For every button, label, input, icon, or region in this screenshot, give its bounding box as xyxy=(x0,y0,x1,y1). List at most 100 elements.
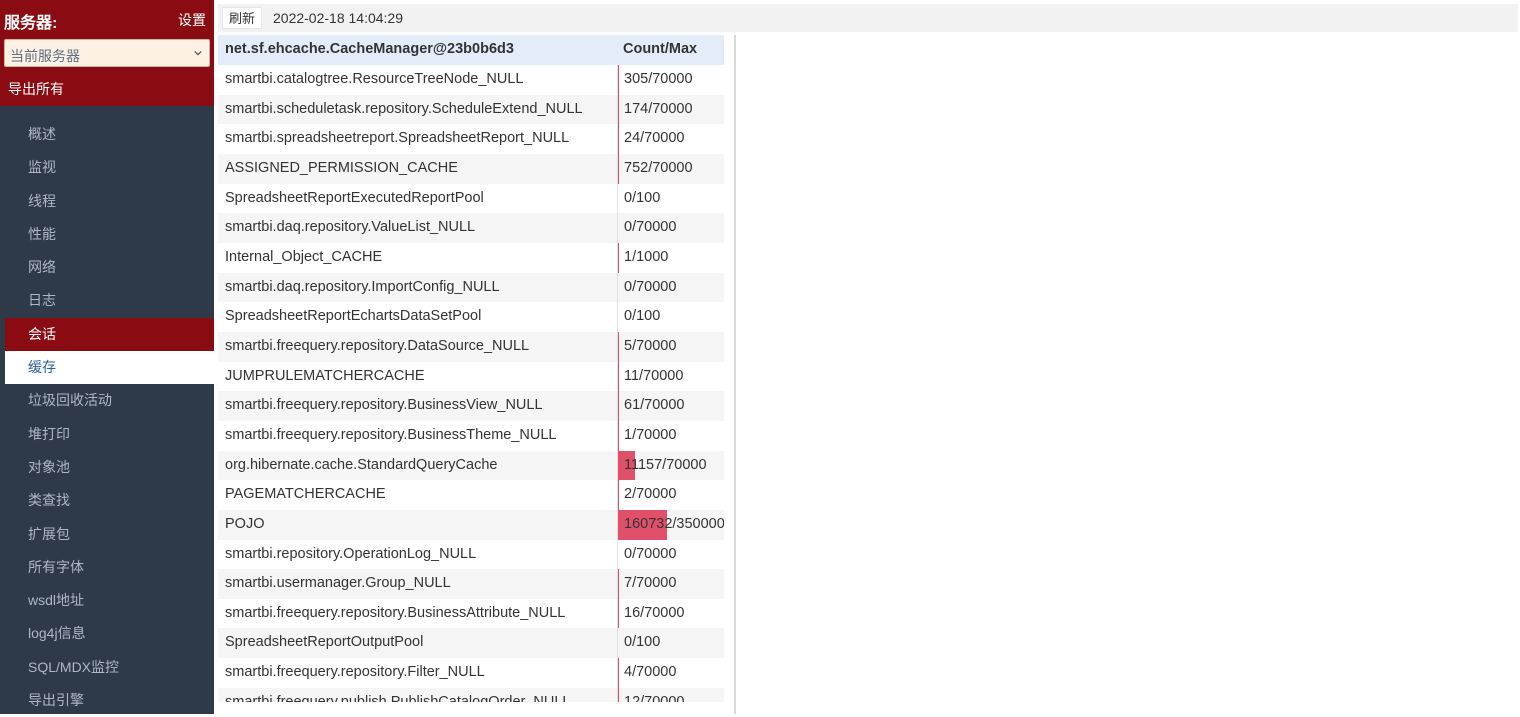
sidebar: 服务器: 设置 当前服务器 导出所有 概述 监视 线程 性能 网络 日志 会话 缓存 垃圾回收活… xyxy=(0,0,214,714)
table-row: smartbi.freequery.repository.BusinessVie… xyxy=(218,391,724,421)
usage-bar xyxy=(618,658,619,688)
sidebar-item[interactable]: 堆打印 xyxy=(0,418,214,451)
sidebar-item[interactable]: 概述 xyxy=(0,118,214,151)
chevron-down-icon xyxy=(194,50,202,56)
cache-count-max: 0/100 xyxy=(617,628,724,659)
cache-count-max: 12/70000 xyxy=(617,687,724,702)
cache-name: SpreadsheetReportOutputPool xyxy=(225,634,424,651)
sidebar-item[interactable]: 网络 xyxy=(0,251,214,284)
cache-count-max: 2/70000 xyxy=(617,480,724,510)
cache-name: SpreadsheetReportEchartsDataSetPool xyxy=(225,308,482,325)
sidebar-item[interactable]: 线程 xyxy=(0,185,214,218)
count-max-text: 0/70000 xyxy=(624,219,677,236)
count-max-text: 24/70000 xyxy=(624,130,685,147)
export-all-link[interactable]: 导出所有 xyxy=(8,79,64,99)
sidebar-header: 服务器: 设置 当前服务器 导出所有 xyxy=(0,0,214,106)
cache-count-max: 0/100 xyxy=(617,302,724,332)
count-max-text: 11157/70000 xyxy=(624,456,707,473)
count-max-text: 16/70000 xyxy=(624,604,685,621)
cache-count-max: 5/70000 xyxy=(617,331,724,362)
server-select-value: 当前服务器 xyxy=(10,48,80,64)
table-body: smartbi.catalogtree.ResourceTreeNode_NUL… xyxy=(218,65,724,702)
cache-count-max: 7/70000 xyxy=(617,569,724,599)
sidebar-item[interactable]: 监视 xyxy=(0,151,214,184)
usage-bar xyxy=(618,153,619,184)
usage-bar xyxy=(618,480,619,510)
sidebar-item[interactable]: 缓存 xyxy=(5,351,214,385)
cache-count-max: 0/100 xyxy=(617,183,724,214)
sidebar-item[interactable]: log4j信息 xyxy=(0,617,214,650)
sidebar-item[interactable]: wsdl地址 xyxy=(0,584,214,617)
sidebar-item[interactable]: 垃圾回收活动 xyxy=(0,384,214,417)
sidebar-item[interactable]: 所有字体 xyxy=(0,551,214,584)
refresh-button[interactable]: 刷新 xyxy=(222,7,263,29)
sidebar-item[interactable]: 日志 xyxy=(0,284,214,317)
count-max-text: 160732/350000 xyxy=(624,515,724,532)
sidebar-item[interactable]: 类查找 xyxy=(0,484,214,517)
cache-name: smartbi.freequery.repository.DataSource_… xyxy=(225,337,530,354)
cache-name: smartbi.freequery.repository.Filter_NULL xyxy=(225,664,485,681)
cache-count-max: 24/70000 xyxy=(617,124,724,154)
settings-link[interactable]: 设置 xyxy=(178,10,206,30)
table-row: SpreadsheetReportOutputPool 0/100 xyxy=(218,628,724,659)
server-title: 服务器: xyxy=(4,15,58,32)
cache-count-max: 16/70000 xyxy=(617,598,724,629)
cache-name: PAGEMATCHERCACHE xyxy=(225,486,386,503)
cache-name: smartbi.repository.OperationLog_NULL xyxy=(225,545,477,562)
count-max-text: 174/70000 xyxy=(624,100,693,117)
cache-name: Internal_Object_CACHE xyxy=(225,248,383,265)
cache-count-max: 0/70000 xyxy=(617,272,724,303)
table-row: smartbi.freequery.repository.BusinessThe… xyxy=(218,420,724,451)
sidebar-nav: 概述 监视 线程 性能 网络 日志 会话 缓存 垃圾回收活动 堆打印 对象池 类查找 扩展包 所有字体 ws… xyxy=(0,118,214,717)
usage-bar xyxy=(618,687,619,702)
count-max-text: 305/70000 xyxy=(624,71,693,87)
cache-name: smartbi.usermanager.Group_NULL xyxy=(225,575,451,592)
usage-bar xyxy=(618,420,619,451)
count-max-text: 12/70000 xyxy=(624,693,685,702)
sidebar-item[interactable]: 扩展包 xyxy=(0,518,214,551)
table-row: PAGEMATCHERCACHE 2/70000 xyxy=(218,480,724,510)
count-max-text: 0/70000 xyxy=(624,278,677,295)
cache-name: SpreadsheetReportExecutedReportPool xyxy=(225,189,484,206)
cache-name: org.hibernate.cache.StandardQueryCache xyxy=(225,456,498,473)
table-row: smartbi.daq.repository.ValueList_NULL 0/7… xyxy=(218,213,724,243)
cache-count-max: 0/70000 xyxy=(617,539,724,570)
count-max-text: 7/70000 xyxy=(624,575,677,592)
cache-name: smartbi.spreadsheetreport.SpreadsheetRep… xyxy=(225,130,570,147)
cache-name: smartbi.freequery.repository.BusinessVie… xyxy=(225,397,543,414)
count-max-text: 0/100 xyxy=(624,189,661,206)
count-max-text: 1/1000 xyxy=(624,248,669,265)
sidebar-item[interactable]: SQL/MDX监控 xyxy=(0,651,214,684)
sidebar-item[interactable]: 对象池 xyxy=(0,451,214,484)
cache-count-max: 160732/350000 xyxy=(617,509,724,540)
table-row: smartbi.freequery.repository.BusinessAtt… xyxy=(218,598,724,629)
table-header: net.sf.ehcache.CacheManager@23b0b6d3 Cou… xyxy=(218,35,724,65)
table-row: org.hibernate.cache.StandardQueryCache 11… xyxy=(218,450,724,481)
divider xyxy=(734,35,736,714)
usage-bar xyxy=(618,598,619,629)
sidebar-item[interactable]: 性能 xyxy=(0,218,214,251)
cache-count-max: 61/70000 xyxy=(617,391,724,421)
column-header-count-max: Count/Max xyxy=(623,41,698,57)
usage-bar xyxy=(618,65,619,95)
cache-count-max: 11/70000 xyxy=(617,361,724,392)
table-row: smartbi.freequery.publish.PublishCatalog… xyxy=(218,687,724,702)
table-row: smartbi.scheduletask.repository.Schedule… xyxy=(218,94,724,125)
cache-name: JUMPRULEMATCHERCACHE xyxy=(225,367,425,384)
server-select[interactable]: 当前服务器 xyxy=(4,39,210,67)
sidebar-item[interactable]: 导出引擎 xyxy=(0,684,214,717)
cache-name: smartbi.freequery.repository.BusinessThe… xyxy=(225,426,557,443)
table-row: smartbi.usermanager.Group_NULL 7/70000 xyxy=(218,569,724,599)
usage-bar xyxy=(618,94,619,125)
sidebar-item[interactable]: 会话 xyxy=(5,317,214,352)
cache-count-max: 752/70000 xyxy=(617,153,724,184)
table-row: smartbi.repository.OperationLog_NULL 0/70… xyxy=(218,539,724,570)
table-row: smartbi.spreadsheetreport.SpreadsheetRep… xyxy=(218,124,724,154)
count-max-text: 0/70000 xyxy=(624,545,677,562)
cache-name: POJO xyxy=(225,515,265,532)
count-max-text: 0/100 xyxy=(624,308,661,325)
count-max-text: 5/70000 xyxy=(624,337,677,354)
table-row: POJO 160732/350000 xyxy=(218,509,724,540)
cache-name: smartbi.daq.repository.ValueList_NULL xyxy=(225,219,476,236)
cache-count-max: 4/70000 xyxy=(617,658,724,688)
